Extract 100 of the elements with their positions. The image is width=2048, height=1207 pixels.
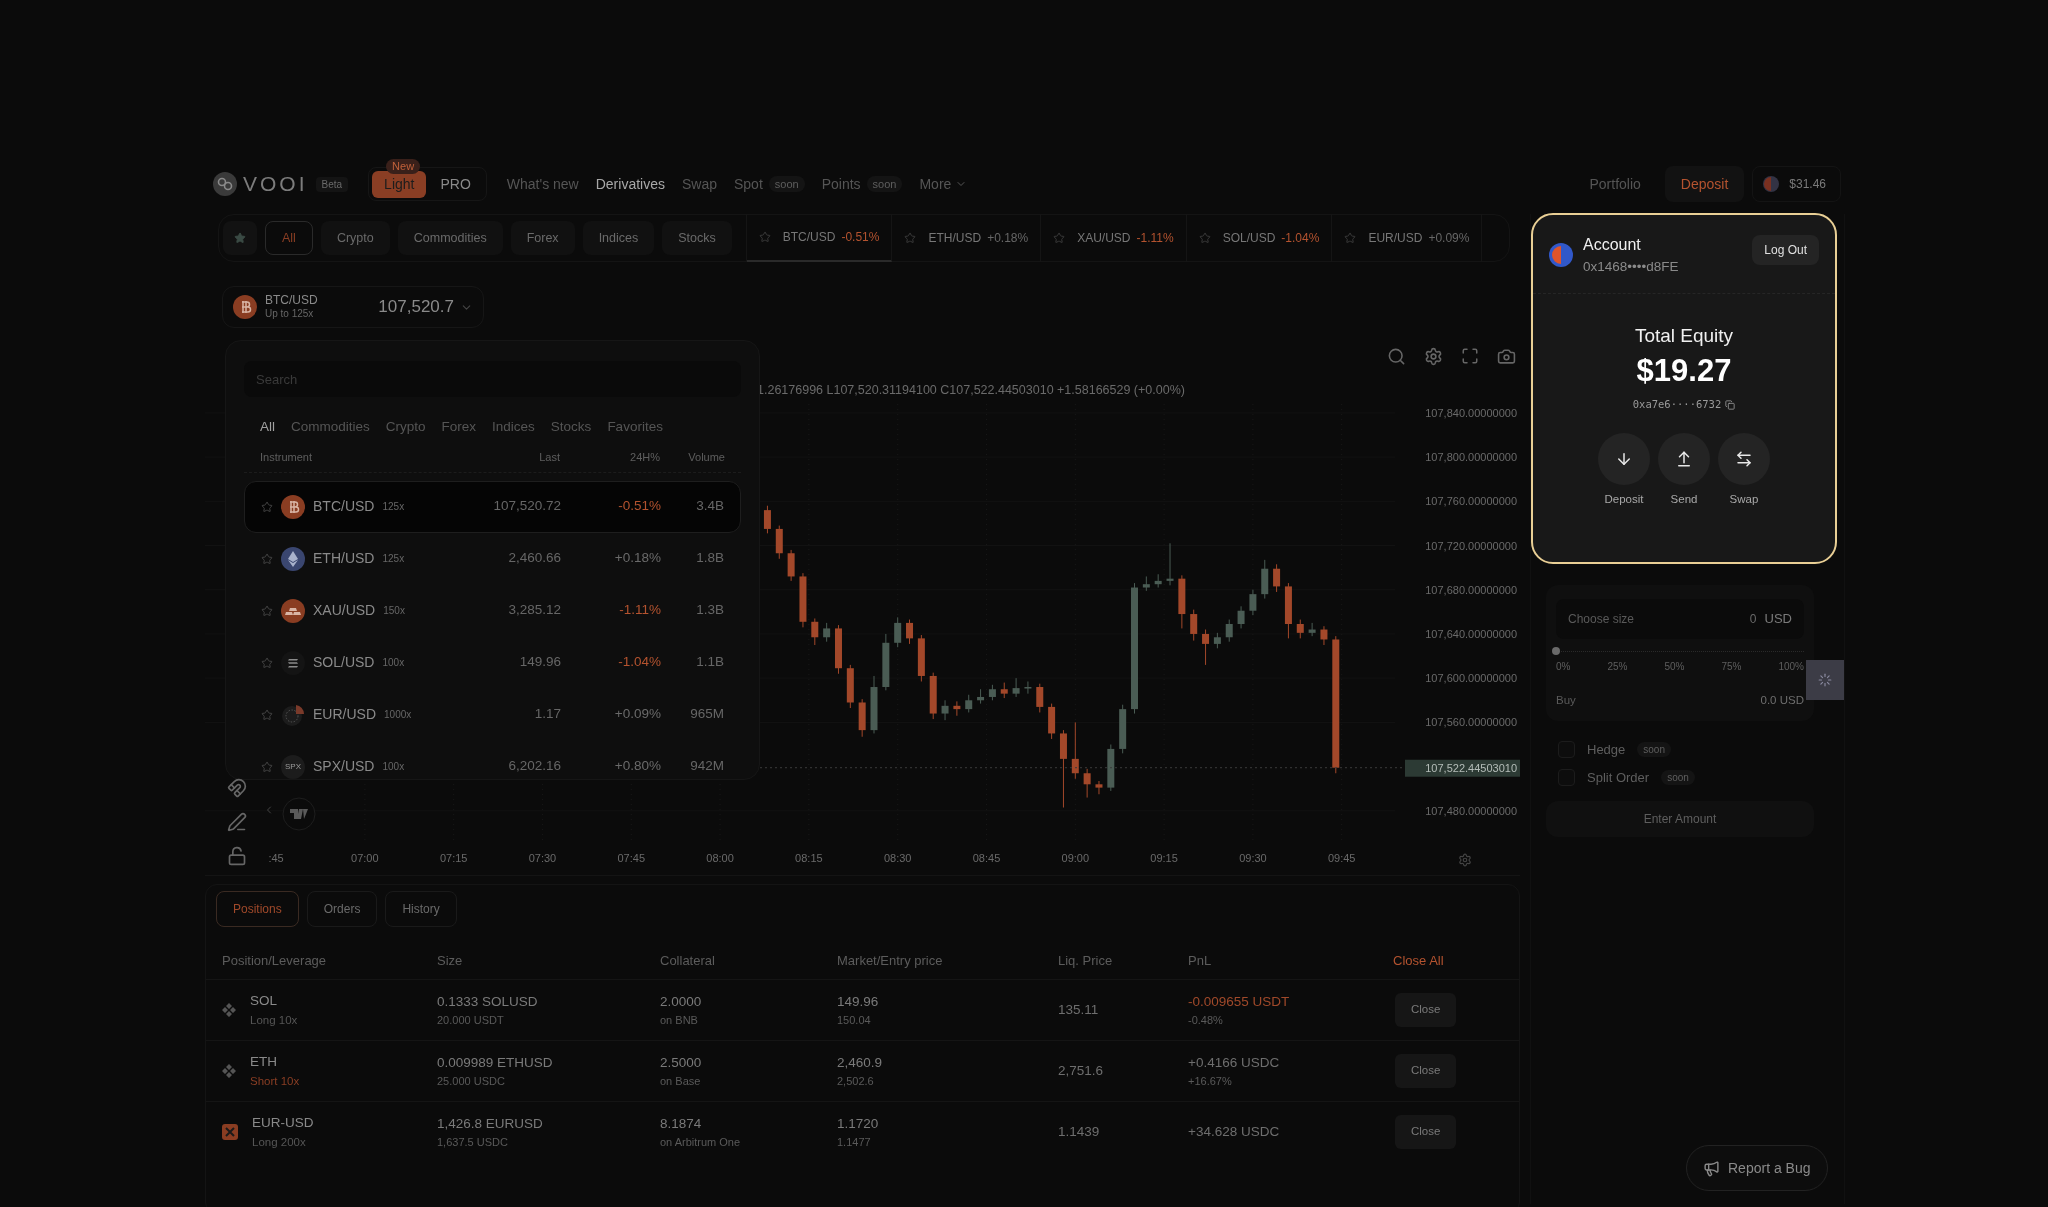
ticker-change: -1.04%: [1281, 230, 1320, 247]
amount-input[interactable]: 0: [1726, 610, 1757, 628]
size-label: Choose size: [1568, 611, 1635, 628]
mode-toggle[interactable]: PRO: [428, 170, 483, 198]
pnl-value: -0.009655 USDT: [1188, 992, 1291, 1011]
balance-button[interactable]: $31.46: [1752, 166, 1841, 202]
column-header: Liq. Price: [1058, 952, 1114, 971]
positions-tab[interactable]: Orders: [306, 891, 378, 927]
liquidation-price: 135.11: [1058, 1000, 1100, 1019]
market-price: 2,460.9: [837, 1053, 884, 1072]
category-tab[interactable]: All: [260, 416, 275, 438]
instrument-row[interactable]: SPX SPX/USD 100x 6,202.16 +0.80% 942M: [244, 740, 741, 779]
ticker-item[interactable]: BTC/USD -0.51%: [746, 214, 893, 262]
account-address: 0x1468••••d8FE: [1583, 258, 1679, 276]
time-tick: 09:15: [1150, 852, 1178, 864]
close-position-button[interactable]: Close: [1395, 993, 1457, 1027]
last-price: 3,285.12: [507, 601, 561, 620]
category-filter[interactable]: Indices: [582, 221, 655, 255]
network-label: on Base: [660, 1073, 702, 1089]
ticker-symbol: XAU/USD: [1077, 230, 1131, 247]
market-selector[interactable]: BTC/USD Up to 125x 107,520.7: [222, 286, 484, 328]
price-tick: 107,600.00000000: [1425, 672, 1517, 685]
mode-toggle[interactable]: Light: [372, 170, 427, 198]
position-side: Long 200x: [252, 1134, 307, 1150]
category-filter[interactable]: Commodities: [397, 221, 503, 255]
size-subvalue: 1,637.5 USDC: [437, 1134, 509, 1150]
category-filter[interactable]: Stocks: [662, 221, 732, 255]
instrument-row[interactable]: SOL/USD 100x 149.96 -1.04% 1.1B: [244, 636, 741, 689]
instrument-row[interactable]: ETH/USD 125x 2,460.66 +0.18% 1.8B: [244, 532, 741, 585]
time-tick: 08:15: [795, 852, 823, 864]
price-tick: 107,760.00000000: [1425, 495, 1517, 508]
instrument-row[interactable]: XAU/USD 150x 3,285.12 -1.11% 1.3B: [244, 584, 741, 637]
volume-value: 1.1B: [695, 653, 724, 672]
position-side: Short 10x: [250, 1073, 300, 1089]
instrument-row[interactable]: BTC/USD 125x 107,520.72 -0.51% 3.4B: [244, 480, 741, 533]
instrument-row[interactable]: EUR/USD 1000x 1.17 +0.09% 965M: [244, 688, 741, 741]
size-value: 0.1333 SOLUSD: [437, 992, 539, 1011]
column-header: Position/Leverage: [222, 952, 328, 971]
category-tab[interactable]: Indices: [492, 416, 535, 438]
ticker-symbol: ETH/USD: [928, 230, 982, 247]
ticker-item[interactable]: ETH/USD +0.18%: [892, 214, 1042, 262]
last-price: 149.96: [518, 653, 561, 672]
column-header: PnL: [1188, 952, 1213, 971]
position-side: Long 10x: [250, 1012, 298, 1028]
market-price: 1.1720: [837, 1114, 880, 1133]
time-tick: 09:45: [1327, 852, 1356, 864]
instrument-symbol: XAU/USD: [313, 601, 376, 620]
category-tab[interactable]: Forex: [441, 416, 477, 438]
nav-link[interactable]: What's new: [506, 173, 579, 195]
close-position-button[interactable]: Close: [1395, 1115, 1457, 1149]
leverage-label: 100x: [382, 760, 405, 774]
column-header: Last: [538, 450, 560, 465]
nav-link[interactable]: Spot: [734, 173, 763, 195]
report-bug-button[interactable]: Report a Bug: [1686, 1145, 1828, 1191]
time-tick: 07:30: [528, 852, 557, 864]
column-header: Size: [437, 952, 464, 971]
ticker-item[interactable]: XAU/USD -1.11%: [1041, 214, 1187, 262]
nav-link[interactable]: Derivatives: [595, 173, 665, 195]
positions-tab[interactable]: History: [385, 891, 457, 927]
logout-button[interactable]: Log Out: [1752, 235, 1819, 265]
column-header: Instrument: [260, 450, 313, 465]
category-filter[interactable]: Crypto: [320, 221, 390, 255]
current-price-tag: 107,522.44503010: [1405, 759, 1520, 777]
price-tick: 107,840.00000000: [1425, 406, 1517, 419]
ticker-item[interactable]: EUR/USD +0.09%: [1332, 214, 1483, 262]
time-tick: 09:30: [1239, 852, 1267, 864]
column-header: Market/Entry price: [837, 952, 944, 971]
category-tab[interactable]: Crypto: [385, 416, 426, 438]
wallet-address: 0xa7e6····6732: [1632, 396, 1722, 412]
price-tick: 107,480.00000000: [1425, 804, 1517, 817]
buy-value: 0.0 USD: [1760, 693, 1804, 708]
deposit-button[interactable]: Deposit: [1664, 166, 1745, 202]
category-tab[interactable]: Commodities: [291, 416, 370, 438]
ticker-change: +0.09%: [1428, 230, 1470, 247]
time-tick: 07:15: [439, 852, 468, 864]
close-all-link[interactable]: Close All: [1393, 951, 1519, 971]
enter-amount-button[interactable]: Enter Amount: [1546, 801, 1814, 838]
ticker-item[interactable]: SOL/USD -1.04%: [1186, 214, 1333, 262]
close-position-button[interactable]: Close: [1395, 1054, 1457, 1088]
category-filter[interactable]: All: [265, 221, 313, 255]
price-tick: 107,800.00000000: [1425, 451, 1517, 464]
account-title: Account: [1583, 235, 1642, 255]
time-tick: 08:45: [972, 852, 1001, 864]
portfolio-link[interactable]: Portfolio: [1589, 173, 1641, 195]
price-tick: 107,560.00000000: [1425, 716, 1517, 729]
nav-link[interactable]: Points: [821, 173, 861, 195]
percent-mark: 25%: [1607, 660, 1628, 674]
category-tab[interactable]: Stocks: [550, 416, 592, 438]
beta-badge: Beta: [315, 176, 349, 192]
positions-tab[interactable]: Positions: [216, 891, 299, 927]
soon-tag: soon: [1661, 769, 1695, 785]
ticker-change: -0.51%: [841, 229, 880, 246]
instrument-symbol: SPX/USD: [313, 757, 375, 776]
time-tick: 08:30: [883, 852, 912, 864]
more-menu[interactable]: More: [919, 173, 968, 195]
category-tab[interactable]: Favorites: [607, 416, 663, 438]
buy-label: Buy: [1556, 693, 1576, 708]
category-filter[interactable]: Forex: [510, 221, 575, 255]
soon-tag: soon: [768, 175, 805, 193]
nav-link[interactable]: Swap: [681, 173, 717, 195]
